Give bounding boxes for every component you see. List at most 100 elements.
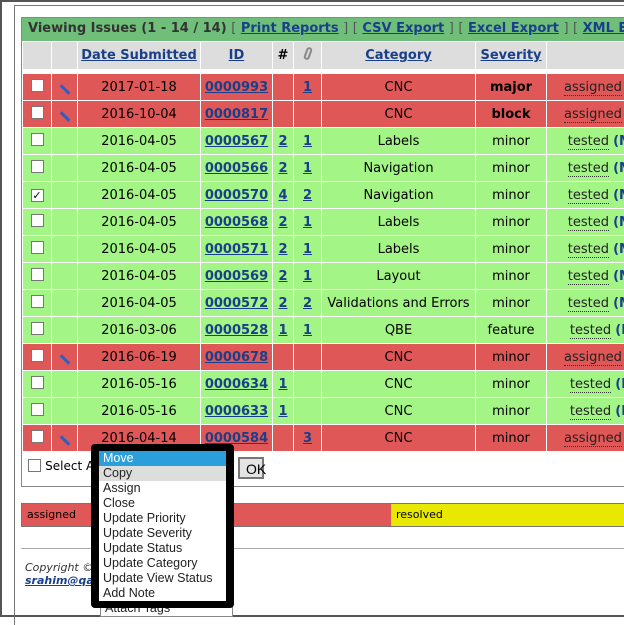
handler-link[interactable]: (M xyxy=(613,269,624,284)
status-text: tested xyxy=(570,404,611,420)
issue-id-link[interactable]: 0000528 xyxy=(205,323,268,338)
table-row: 2016-03-06 0000528 1 1 QBE feature teste… xyxy=(23,317,624,344)
category-cell: Labels xyxy=(322,236,476,263)
issue-id-link[interactable]: 0000570 xyxy=(205,188,268,203)
row-checkbox[interactable] xyxy=(31,241,44,254)
handler-link[interactable]: (M xyxy=(613,161,624,176)
dropdown-option-update-status[interactable]: Update Status xyxy=(99,541,226,556)
notes-count-link[interactable]: 2 xyxy=(278,296,287,311)
print-reports-link[interactable]: Print Reports xyxy=(241,21,339,36)
status-text: tested xyxy=(568,161,609,177)
dropdown-option-update-category[interactable]: Update Category xyxy=(99,556,226,571)
notes-count-link[interactable]: 2 xyxy=(278,215,287,230)
issue-id-link[interactable]: 0000569 xyxy=(205,269,268,284)
notes-count-link[interactable]: 2 xyxy=(278,134,287,149)
date-cell: 2016-04-05 xyxy=(78,182,201,209)
csv-export-link[interactable]: CSV Export xyxy=(362,21,444,36)
attachments-count-link[interactable]: 2 xyxy=(303,188,312,203)
attachments-count-link[interactable]: 1 xyxy=(303,269,312,284)
handler-link[interactable]: (D xyxy=(615,323,624,338)
table-row: 2016-10-04 0000817 CNC block assigned ( xyxy=(23,101,624,128)
row-checkbox[interactable] xyxy=(31,214,44,227)
excel-export-link[interactable]: Excel Export xyxy=(468,21,559,36)
issue-id-link[interactable]: 0000567 xyxy=(205,134,268,149)
severity-cell: minor xyxy=(476,155,547,182)
attachments-count-link[interactable]: 1 xyxy=(303,215,312,230)
attachments-count-link[interactable]: 1 xyxy=(303,161,312,176)
ok-button[interactable]: OK xyxy=(238,457,264,479)
notes-count-link[interactable]: 2 xyxy=(278,161,287,176)
issue-id-link[interactable]: 0000566 xyxy=(205,161,268,176)
row-checkbox[interactable] xyxy=(31,322,44,335)
row-checkbox[interactable] xyxy=(31,376,44,389)
row-checkbox[interactable] xyxy=(31,430,44,443)
action-dropdown[interactable]: MoveCopyAssignCloseUpdate PriorityUpdate… xyxy=(91,444,234,608)
dropdown-option-update-view-status[interactable]: Update View Status xyxy=(99,571,226,586)
status-text: tested xyxy=(568,134,609,150)
attachments-count-link[interactable]: 1 xyxy=(303,323,312,338)
notes-count-link[interactable]: 1 xyxy=(278,323,287,338)
edit-pencil-icon[interactable] xyxy=(59,354,70,365)
sort-date-submitted[interactable]: Date Submitted xyxy=(81,48,197,63)
handler-link[interactable]: (M xyxy=(613,242,624,257)
handler-link[interactable]: (D xyxy=(615,404,624,419)
edit-pencil-icon[interactable] xyxy=(59,435,70,446)
handler-link[interactable]: (M xyxy=(613,188,624,203)
row-checkbox[interactable] xyxy=(31,106,44,119)
category-cell: Validations and Errors xyxy=(322,290,476,317)
row-checkbox[interactable] xyxy=(31,349,44,362)
attachments-count-link[interactable]: 1 xyxy=(303,242,312,257)
severity-cell: minor xyxy=(476,371,547,398)
dropdown-option-copy[interactable]: Copy xyxy=(99,466,226,481)
issue-id-link[interactable]: 0000678 xyxy=(205,350,268,365)
notes-count-link[interactable]: 1 xyxy=(278,404,287,419)
row-checkbox[interactable] xyxy=(31,79,44,92)
dropdown-option-close[interactable]: Close xyxy=(99,496,226,511)
severity-cell: minor xyxy=(476,263,547,290)
edit-pencil-icon[interactable] xyxy=(59,84,70,95)
dropdown-option-add-note[interactable]: Add Note xyxy=(99,586,226,601)
table-row: 2016-04-05 0000568 2 1 Labels minor test… xyxy=(23,209,624,236)
dropdown-option-update-priority[interactable]: Update Priority xyxy=(99,511,226,526)
xml-export-link[interactable]: XML Export xyxy=(583,21,624,36)
issue-id-link[interactable]: 0000634 xyxy=(205,377,268,392)
issue-id-link[interactable]: 0000572 xyxy=(205,296,268,311)
date-cell: 2016-05-16 xyxy=(78,398,201,425)
notes-count-link[interactable]: 1 xyxy=(278,377,287,392)
select-all-checkbox[interactable] xyxy=(28,459,41,472)
attachments-count-link[interactable]: 1 xyxy=(303,134,312,149)
handler-link[interactable]: (D xyxy=(615,377,624,392)
notes-count-link[interactable]: 2 xyxy=(278,242,287,257)
edit-pencil-icon[interactable] xyxy=(59,111,70,122)
sort-id[interactable]: ID xyxy=(229,48,245,63)
handler-link[interactable]: (M xyxy=(613,215,624,230)
dropdown-option-update-severity[interactable]: Update Severity xyxy=(99,526,226,541)
handler-link[interactable]: (M xyxy=(613,296,624,311)
sort-severity[interactable]: Severity xyxy=(480,48,541,63)
issue-id-link[interactable]: 0000993 xyxy=(205,80,268,95)
notes-count-link[interactable]: 2 xyxy=(278,269,287,284)
sort-category[interactable]: Category xyxy=(365,48,431,63)
issue-id-link[interactable]: 0000817 xyxy=(205,107,268,122)
row-checkbox[interactable] xyxy=(31,268,44,281)
issue-id-link[interactable]: 0000633 xyxy=(205,404,268,419)
status-text: tested xyxy=(568,188,609,204)
attachments-count-link[interactable]: 2 xyxy=(303,296,312,311)
category-cell: Navigation xyxy=(322,182,476,209)
dropdown-option-assign[interactable]: Assign xyxy=(99,481,226,496)
row-checkbox[interactable] xyxy=(31,160,44,173)
dropdown-option-move[interactable]: Move xyxy=(99,451,226,466)
email-link[interactable]: srahim@qa xyxy=(25,574,94,587)
row-checkbox[interactable] xyxy=(31,403,44,416)
issue-id-link[interactable]: 0000568 xyxy=(205,215,268,230)
issue-id-link[interactable]: 0000571 xyxy=(205,242,268,257)
attachments-count-link[interactable]: 3 xyxy=(303,431,312,446)
issues-title: Viewing Issues (1 - 14 / 14) xyxy=(28,21,227,36)
notes-count-link[interactable]: 4 xyxy=(278,188,287,203)
date-cell: 2016-04-05 xyxy=(78,263,201,290)
attachments-count-link[interactable]: 1 xyxy=(303,80,312,95)
handler-link[interactable]: (M xyxy=(613,134,624,149)
row-checkbox[interactable] xyxy=(31,133,44,146)
row-checkbox[interactable]: ✓ xyxy=(31,189,44,202)
row-checkbox[interactable] xyxy=(31,295,44,308)
